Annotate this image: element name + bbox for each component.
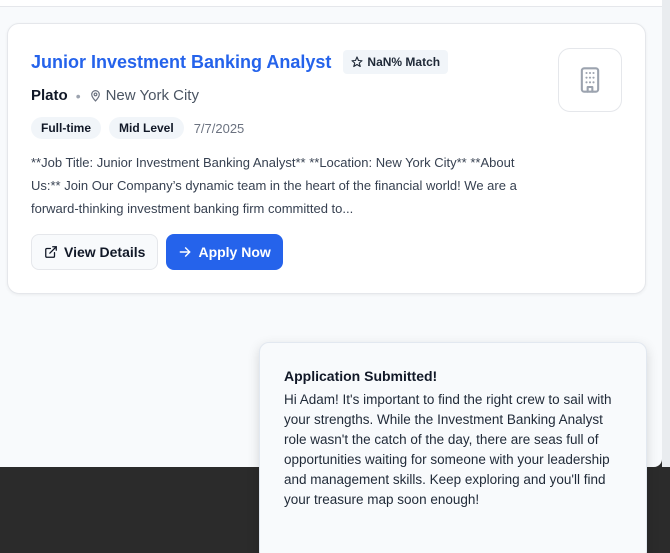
job-location: New York City	[105, 87, 199, 104]
job-title-row: Junior Investment Banking Analyst NaN% M…	[31, 50, 449, 74]
employment-type-tag: Full-time	[31, 117, 101, 139]
view-details-button[interactable]: View Details	[31, 234, 159, 270]
separator-dot: •	[75, 87, 81, 104]
match-label: NaN% Match	[367, 55, 441, 69]
application-toast[interactable]: Application Submitted! Hi Adam! It's imp…	[259, 342, 647, 553]
match-badge: NaN% Match	[343, 50, 449, 74]
level-tag: Mid Level	[109, 117, 184, 139]
toast-title: Application Submitted!	[284, 368, 438, 384]
building-icon	[580, 67, 600, 93]
job-card: Junior Investment Banking Analyst NaN% M…	[7, 23, 646, 294]
company-name: Plato	[31, 87, 68, 104]
map-pin-icon	[90, 90, 100, 102]
view-details-label: View Details	[64, 244, 146, 260]
job-title[interactable]: Junior Investment Banking Analyst	[31, 52, 331, 73]
external-link-icon	[45, 246, 57, 258]
star-icon	[351, 56, 363, 68]
previous-card-edge	[0, 0, 662, 7]
tags-row: Full-time Mid Level 7/7/2025	[31, 117, 244, 139]
scrollbar-track[interactable]	[662, 0, 670, 467]
apply-now-label: Apply Now	[198, 244, 271, 260]
job-description: **Job Title: Junior Investment Banking A…	[31, 155, 517, 216]
arrow-right-icon	[180, 247, 191, 257]
company-row: Plato • New York City	[31, 87, 199, 104]
posted-date: 7/7/2025	[193, 120, 245, 136]
apply-now-button[interactable]: Apply Now	[166, 234, 283, 270]
company-logo	[558, 48, 622, 112]
toast-message: Hi Adam! It's important to find the righ…	[284, 392, 612, 507]
action-buttons: View Details Apply Now	[31, 234, 283, 270]
